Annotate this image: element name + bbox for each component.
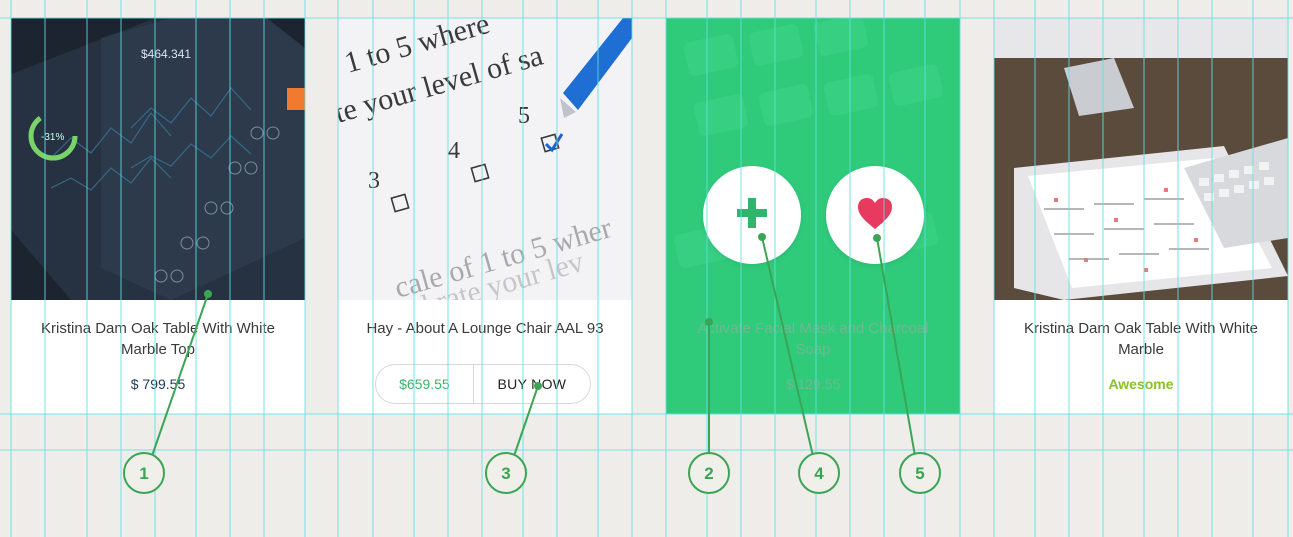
product-image-4[interactable] [994, 18, 1288, 300]
product-title[interactable]: Hay - About A Lounge Chair AAL 93 [358, 318, 612, 339]
product-title[interactable]: Kristina Dam Oak Table With White Marble [1014, 318, 1268, 360]
plus-icon [735, 196, 769, 235]
product-image-3 [666, 18, 960, 300]
callout-number: 5 [915, 464, 924, 483]
product-price: $ 799.55 [130, 376, 186, 392]
product-title[interactable]: Activate Facial Mask and Charcoal Soap [686, 318, 940, 360]
product-image-1[interactable]: -31% $464.341 [11, 18, 305, 300]
callout-number: 2 [704, 464, 713, 483]
svg-text:5: 5 [518, 103, 530, 129]
buy-now-button[interactable]: BUY NOW [474, 365, 590, 403]
product-image-2[interactable]: 1 to 5 where te your level of sa 3 4 5 c… [338, 18, 632, 300]
callout-number: 3 [501, 464, 510, 483]
product-card-4[interactable]: Kristina Dam Oak Table With White Marble… [994, 18, 1288, 414]
svg-text:$464.341: $464.341 [141, 47, 191, 61]
callout-4: 4 [798, 452, 840, 494]
rating-badge: Awesome [1108, 376, 1174, 392]
add-to-favorites-button[interactable] [826, 166, 924, 264]
product-card-2[interactable]: 1 to 5 where te your level of sa 3 4 5 c… [338, 18, 632, 414]
product-card-1[interactable]: -31% $464.341 Kristina Dam Oak Table Wit… [11, 18, 305, 414]
callout-3: 3 [485, 452, 527, 494]
callout-number: 4 [814, 464, 824, 483]
showcase-stage: -31% $464.341 Kristina Dam Oak Table Wit… [0, 0, 1293, 537]
buy-pill: $659.55 BUY NOW [375, 364, 591, 404]
add-to-cart-button[interactable] [703, 166, 801, 264]
svg-text:-31%: -31% [41, 132, 64, 143]
callout-1: 1 [123, 452, 165, 494]
product-title[interactable]: Kristina Dam Oak Table With White Marble… [31, 318, 285, 360]
callout-5: 5 [899, 452, 941, 494]
heart-icon [856, 196, 894, 235]
product-price: $ 129.55 [785, 376, 841, 392]
callout-2: 2 [688, 452, 730, 494]
svg-text:4: 4 [448, 138, 460, 164]
product-card-3-hover[interactable]: Activate Facial Mask and Charcoal Soap $… [666, 18, 960, 414]
product-price: $659.55 [376, 365, 474, 403]
svg-text:3: 3 [368, 168, 380, 194]
callout-number: 1 [139, 464, 148, 483]
